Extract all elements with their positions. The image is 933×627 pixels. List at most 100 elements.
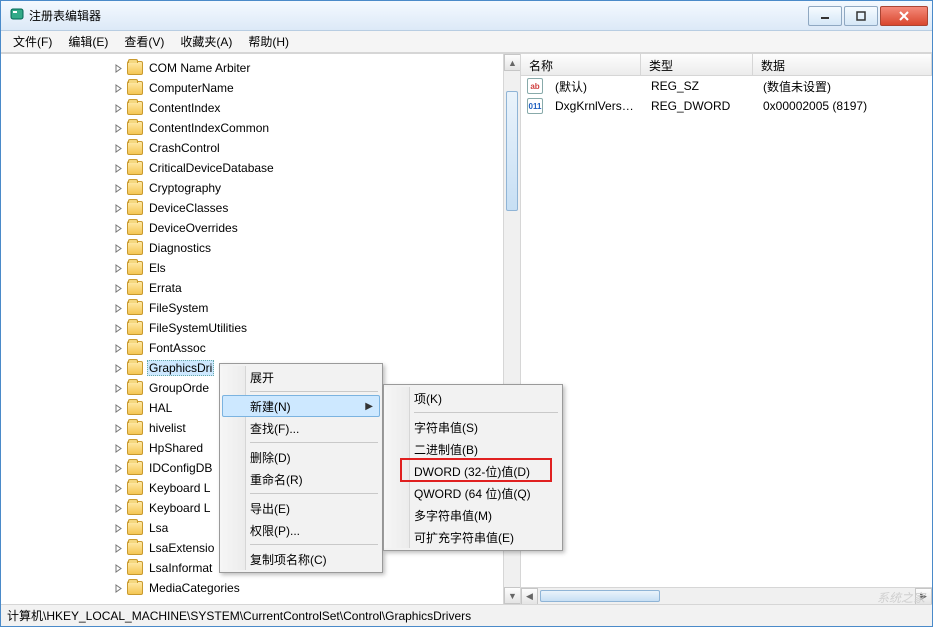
menu-view[interactable]: 查看(V)	[116, 31, 172, 52]
tree-item-label: Els	[147, 261, 168, 275]
tree-item[interactable]: ContentIndex	[5, 98, 520, 118]
expand-icon[interactable]	[113, 402, 125, 414]
titlebar[interactable]: 注册表编辑器	[1, 1, 932, 31]
tree-item-label: COM Name Arbiter	[147, 61, 252, 75]
cm-new-binary[interactable]: 二进制值(B)	[386, 438, 560, 460]
list-body[interactable]: ab(默认)REG_SZ(数值未设置)011DxgKrnlVersionREG_…	[521, 76, 932, 587]
scroll-up-button[interactable]: ▲	[504, 54, 521, 71]
col-data[interactable]: 数据	[753, 54, 932, 75]
expand-icon[interactable]	[113, 142, 125, 154]
expand-icon[interactable]	[113, 202, 125, 214]
maximize-button[interactable]	[844, 6, 878, 26]
scroll-thumb[interactable]	[506, 91, 518, 211]
expand-icon[interactable]	[113, 262, 125, 274]
expand-icon[interactable]	[113, 342, 125, 354]
tree-item[interactable]: COM Name Arbiter	[5, 58, 520, 78]
tree-item[interactable]: FontAssoc	[5, 338, 520, 358]
tree-item[interactable]: CriticalDeviceDatabase	[5, 158, 520, 178]
tree-item[interactable]: CrashControl	[5, 138, 520, 158]
statusbar: 计算机\HKEY_LOCAL_MACHINE\SYSTEM\CurrentCon…	[1, 604, 932, 626]
cm-new[interactable]: 新建(N)▶	[222, 395, 380, 417]
cm-permissions[interactable]: 权限(P)...	[222, 519, 380, 541]
cm-new-expandstring[interactable]: 可扩充字符串值(E)	[386, 526, 560, 548]
menu-file[interactable]: 文件(F)	[5, 31, 60, 52]
list-horizontal-scrollbar[interactable]: ◀ ▶	[521, 587, 932, 604]
cm-export[interactable]: 导出(E)	[222, 497, 380, 519]
expand-icon[interactable]	[113, 82, 125, 94]
folder-icon	[127, 461, 143, 475]
expand-icon[interactable]	[113, 522, 125, 534]
list-row[interactable]: 011DxgKrnlVersionREG_DWORD0x00002005 (81…	[521, 96, 932, 116]
folder-icon	[127, 201, 143, 215]
tree-item-label: IDConfigDB	[147, 461, 214, 475]
tree-item-label: Keyboard L	[147, 501, 212, 515]
tree-item-label: FontAssoc	[147, 341, 208, 355]
cm-new-qword[interactable]: QWORD (64 位)值(Q)	[386, 482, 560, 504]
expand-icon[interactable]	[113, 382, 125, 394]
expand-icon[interactable]	[113, 482, 125, 494]
expand-icon[interactable]	[113, 62, 125, 74]
expand-icon[interactable]	[113, 562, 125, 574]
expand-icon[interactable]	[113, 162, 125, 174]
folder-icon	[127, 181, 143, 195]
app-icon	[9, 6, 25, 25]
folder-icon	[127, 321, 143, 335]
cm-rename[interactable]: 重命名(R)	[222, 468, 380, 490]
close-button[interactable]	[880, 6, 928, 26]
expand-icon[interactable]	[113, 302, 125, 314]
scroll-down-button[interactable]: ▼	[504, 587, 521, 604]
tree-item[interactable]: Diagnostics	[5, 238, 520, 258]
expand-icon[interactable]	[113, 182, 125, 194]
cm-new-dword[interactable]: DWORD (32-位)值(D)	[386, 460, 560, 482]
expand-icon[interactable]	[113, 322, 125, 334]
tree-item[interactable]: ComputerName	[5, 78, 520, 98]
menu-help[interactable]: 帮助(H)	[240, 31, 297, 52]
scroll-thumb[interactable]	[540, 590, 660, 602]
cm-delete[interactable]: 删除(D)	[222, 446, 380, 468]
cm-expand[interactable]: 展开	[222, 366, 380, 388]
expand-icon[interactable]	[113, 422, 125, 434]
expand-icon[interactable]	[113, 462, 125, 474]
expand-icon[interactable]	[113, 102, 125, 114]
tree-item-label: hivelist	[147, 421, 188, 435]
cm-new-key[interactable]: 项(K)	[386, 387, 560, 409]
cm-find[interactable]: 查找(F)...	[222, 417, 380, 439]
expand-icon[interactable]	[113, 442, 125, 454]
expand-icon[interactable]	[113, 362, 125, 374]
tree-item[interactable]: ContentIndexCommon	[5, 118, 520, 138]
tree-item[interactable]: Cryptography	[5, 178, 520, 198]
menu-favorites[interactable]: 收藏夹(A)	[172, 31, 240, 52]
folder-icon	[127, 581, 143, 595]
expand-icon[interactable]	[113, 582, 125, 594]
expand-icon[interactable]	[113, 542, 125, 554]
expand-icon[interactable]	[113, 282, 125, 294]
tree-item[interactable]: Els	[5, 258, 520, 278]
col-type[interactable]: 类型	[641, 54, 753, 75]
cm-new-string[interactable]: 字符串值(S)	[386, 416, 560, 438]
list-row[interactable]: ab(默认)REG_SZ(数值未设置)	[521, 76, 932, 96]
tree-item[interactable]: MediaCategories	[5, 578, 520, 598]
tree-item-label: Keyboard L	[147, 481, 212, 495]
expand-icon[interactable]	[113, 122, 125, 134]
tree-item[interactable]: FileSystemUtilities	[5, 318, 520, 338]
expand-icon[interactable]	[113, 242, 125, 254]
cm-copy-key-name[interactable]: 复制项名称(C)	[222, 548, 380, 570]
tree-item-label: MediaCategories	[147, 581, 242, 595]
minimize-button[interactable]	[808, 6, 842, 26]
tree-item-label: ComputerName	[147, 81, 236, 95]
scroll-right-button[interactable]: ▶	[915, 588, 932, 604]
tree-item[interactable]: DeviceClasses	[5, 198, 520, 218]
tree-item-label: LsaExtensio	[147, 541, 216, 555]
cm-new-multistring[interactable]: 多字符串值(M)	[386, 504, 560, 526]
folder-icon	[127, 221, 143, 235]
tree-item-label: HpShared	[147, 441, 205, 455]
expand-icon[interactable]	[113, 502, 125, 514]
col-name[interactable]: 名称	[521, 54, 641, 75]
menu-edit[interactable]: 编辑(E)	[60, 31, 116, 52]
window-title: 注册表编辑器	[29, 7, 101, 24]
tree-item[interactable]: DeviceOverrides	[5, 218, 520, 238]
tree-item[interactable]: FileSystem	[5, 298, 520, 318]
expand-icon[interactable]	[113, 222, 125, 234]
scroll-left-button[interactable]: ◀	[521, 588, 538, 604]
tree-item[interactable]: Errata	[5, 278, 520, 298]
